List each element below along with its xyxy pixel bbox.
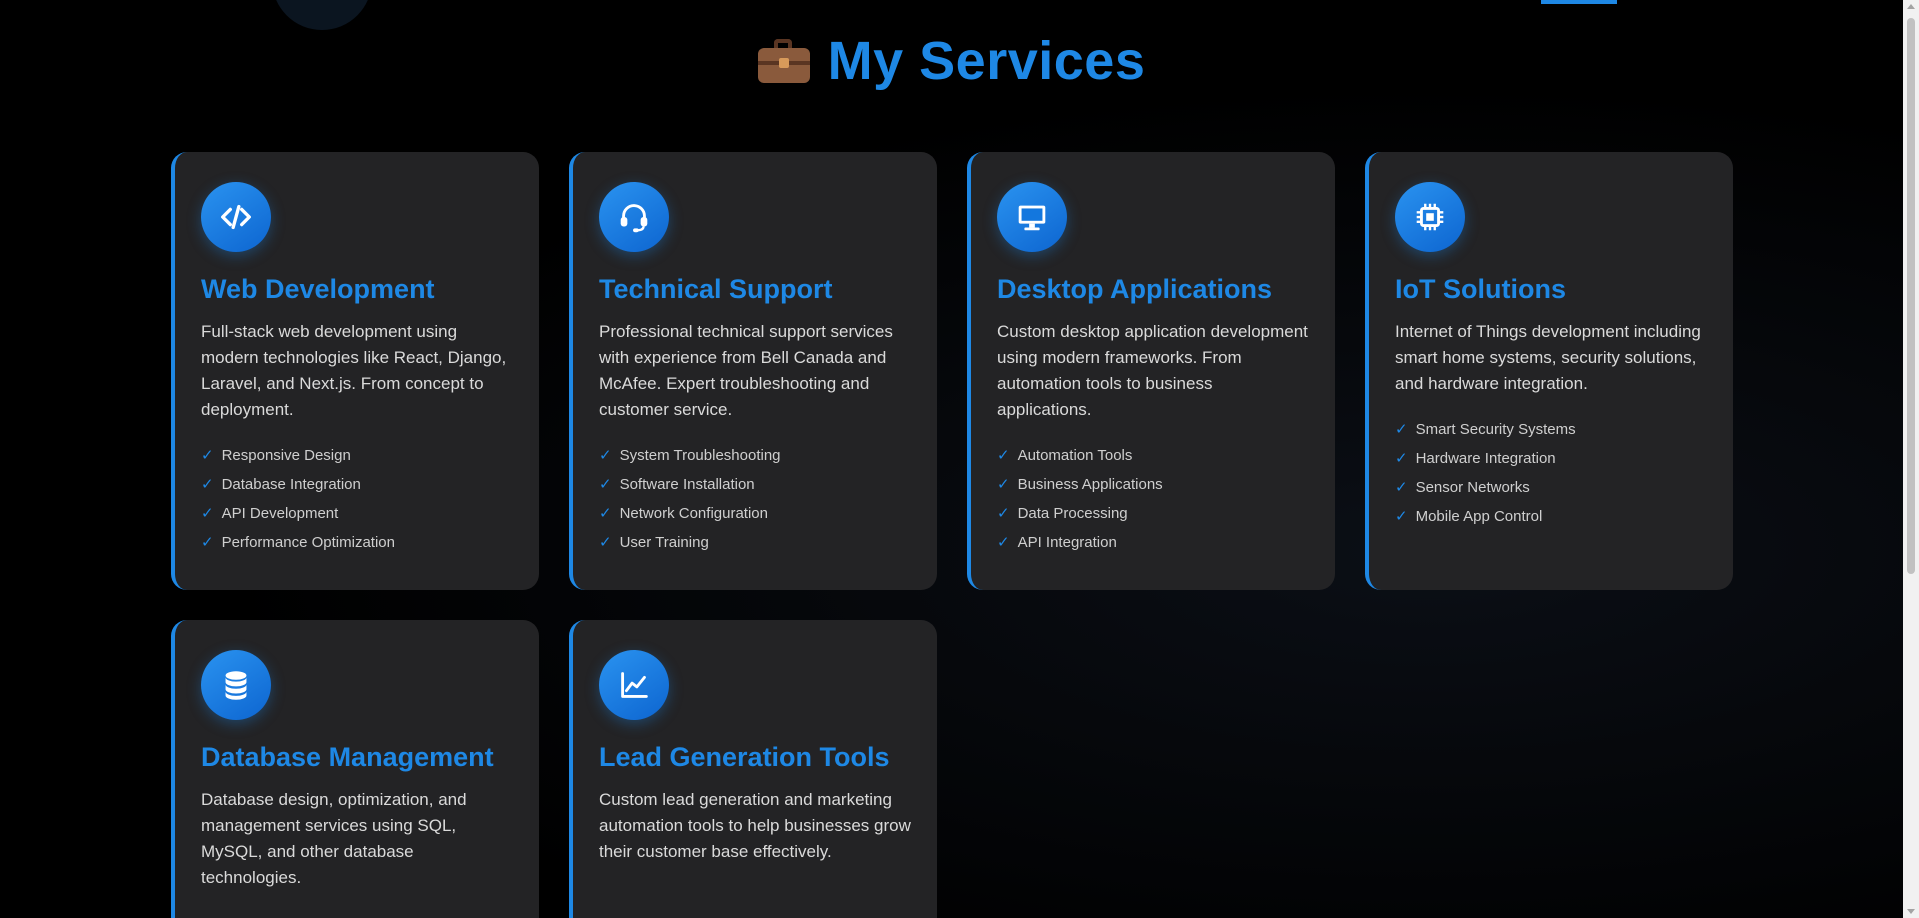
headset-icon [599, 182, 669, 252]
feature-list: ✓ Smart Security Systems ✓ Hardware Integr… [1395, 415, 1707, 531]
check-icon: ✓ [1395, 450, 1408, 467]
service-description: Custom lead generation and marketing aut… [599, 790, 911, 861]
service-description: Custom desktop application development u… [997, 322, 1308, 419]
scroll-down-arrow-icon[interactable] [1907, 909, 1915, 914]
service-description: Professional technical support services … [599, 322, 893, 419]
service-card-iot-solutions[interactable]: IoT Solutions Internet of Things develop… [1365, 152, 1733, 590]
feature-item: ✓ Mobile App Control [1395, 502, 1707, 531]
briefcase-icon [757, 39, 810, 83]
feature-list: ✓ System Troubleshooting ✓ Software Instal… [599, 441, 911, 557]
check-icon: ✓ [997, 534, 1010, 551]
feature-item: ✓ Smart Security Systems [1395, 415, 1707, 444]
service-card-lead-generation-tools[interactable]: Lead Generation Tools Custom lead genera… [569, 620, 937, 918]
check-icon: ✓ [201, 534, 214, 551]
feature-item: ✓ System Troubleshooting [599, 441, 911, 470]
service-title: Lead Generation Tools [599, 742, 890, 772]
service-description: Internet of Things development including… [1395, 322, 1701, 393]
vertical-scrollbar[interactable] [1903, 0, 1919, 918]
service-title: Technical Support [599, 274, 833, 304]
check-icon: ✓ [997, 505, 1010, 522]
active-nav-indicator [1541, 0, 1617, 4]
check-icon: ✓ [1395, 508, 1408, 525]
services-page: 1 My Services Web Development Full-stack… [0, 0, 1903, 918]
avatar: 1 [272, 0, 372, 30]
check-icon: ✓ [599, 476, 612, 493]
check-icon: ✓ [1395, 421, 1408, 438]
feature-list: ✓ Responsive Design ✓ Database Integration… [201, 441, 513, 557]
service-card-desktop-applications[interactable]: Desktop Applications Custom desktop appl… [967, 152, 1335, 590]
check-icon: ✓ [201, 447, 214, 464]
check-icon: ✓ [599, 534, 612, 551]
feature-item: ✓ Hardware Integration [1395, 444, 1707, 473]
chip-icon [1395, 182, 1465, 252]
section-header: My Services [0, 30, 1903, 92]
check-icon: ✓ [997, 447, 1010, 464]
service-card-web-development[interactable]: Web Development Full-stack web developme… [171, 152, 539, 590]
service-card-technical-support[interactable]: Technical Support Professional technical… [569, 152, 937, 590]
scroll-up-arrow-icon[interactable] [1907, 4, 1915, 9]
service-description: Database design, optimization, and manag… [201, 790, 467, 887]
feature-item: ✓ Performance Optimization [201, 528, 513, 557]
check-icon: ✓ [599, 447, 612, 464]
feature-item: ✓ User Training [599, 528, 911, 557]
feature-item: ✓ API Integration [997, 528, 1309, 557]
scrollbar-thumb[interactable] [1907, 18, 1915, 574]
feature-item: ✓ Business Applications [997, 470, 1309, 499]
feature-item: ✓ Responsive Design [201, 441, 513, 470]
feature-item: ✓ Data Processing [997, 499, 1309, 528]
service-card-database-management[interactable]: Database Management Database design, opt… [171, 620, 539, 918]
section-title: My Services [827, 31, 1146, 91]
feature-list: ✓ Automation Tools ✓ Business Applications… [997, 441, 1309, 557]
feature-item: ✓ Automation Tools [997, 441, 1309, 470]
feature-item: ✓ API Development [201, 499, 513, 528]
check-icon: ✓ [997, 476, 1010, 493]
feature-item: ✓ Network Configuration [599, 499, 911, 528]
check-icon: ✓ [201, 476, 214, 493]
feature-item: ✓ Sensor Networks [1395, 473, 1707, 502]
check-icon: ✓ [1395, 479, 1408, 496]
service-title: Database Management [201, 742, 494, 772]
desktop-icon [997, 182, 1067, 252]
check-icon: ✓ [599, 505, 612, 522]
service-title: IoT Solutions [1395, 274, 1566, 304]
feature-item: ✓ Database Integration [201, 470, 513, 499]
service-title: Desktop Applications [997, 274, 1273, 304]
feature-item: ✓ Software Installation [599, 470, 911, 499]
code-icon [201, 182, 271, 252]
service-description: Full-stack web development using modern … [201, 322, 507, 419]
chart-line-icon [599, 650, 669, 720]
check-icon: ✓ [201, 505, 214, 522]
service-title: Web Development [201, 274, 435, 304]
database-icon [201, 650, 271, 720]
